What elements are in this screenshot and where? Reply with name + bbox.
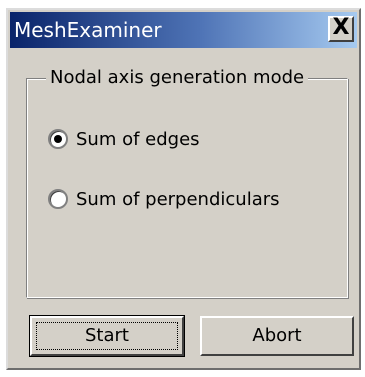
radio-sum-of-edges[interactable]: Sum of edges	[48, 127, 200, 151]
groupbox-label: Nodal axis generation mode	[46, 66, 309, 90]
start-button[interactable]: Start	[29, 315, 185, 357]
close-button[interactable]: X	[328, 15, 354, 42]
radio-sum-of-perpendiculars[interactable]: Sum of perpendiculars	[48, 187, 280, 211]
radio-selected-dot	[54, 135, 62, 143]
close-icon: X	[332, 15, 350, 40]
radio-button-sum-of-perpendiculars[interactable]	[48, 189, 68, 209]
radio-label-sum-of-perpendiculars[interactable]: Sum of perpendiculars	[76, 189, 280, 210]
radio-button-sum-of-edges[interactable]	[48, 129, 68, 149]
title-bar[interactable]: MeshExaminer X	[10, 12, 357, 48]
focus-rectangle	[36, 322, 178, 350]
window-title: MeshExaminer	[14, 18, 162, 42]
abort-button[interactable]: Abort	[200, 316, 354, 356]
abort-button-label: Abort	[252, 325, 302, 346]
radio-label-sum-of-edges[interactable]: Sum of edges	[76, 129, 200, 150]
